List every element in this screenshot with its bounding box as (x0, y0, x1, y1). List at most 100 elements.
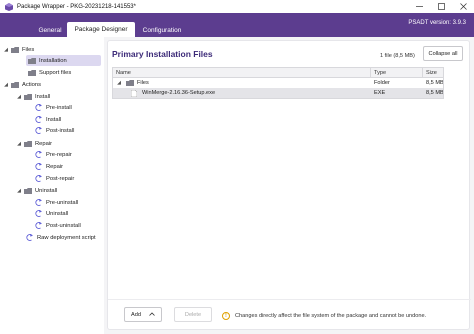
warning-icon: ! (222, 312, 230, 320)
row-size: 8,5 MB (426, 80, 443, 86)
step-arrow-icon (34, 116, 42, 123)
row-name-cell: WinMerge-2.16.36-Setup.exe (113, 88, 371, 98)
tree-item-repair-step[interactable]: Repair (34, 161, 63, 172)
psadt-version: PSADT version: 3.9.3 (408, 20, 466, 26)
step-arrow-icon (34, 210, 42, 217)
tree-item-repair[interactable]: ◢ Repair (16, 138, 52, 149)
chevron-down-icon[interactable]: ◢ (16, 94, 22, 100)
tree-item-post-uninstall[interactable]: Post-uninstall (34, 220, 81, 231)
tree-label-files: Files (22, 46, 35, 53)
tree-label-install-step: Install (46, 116, 62, 123)
row-type: EXE (374, 90, 386, 96)
step-arrow-icon (34, 199, 42, 206)
maximize-button[interactable] (430, 0, 452, 13)
tree-item-pre-repair[interactable]: Pre-repair (34, 149, 72, 160)
folder-icon (28, 57, 36, 64)
tree-label-post-uninstall: Post-uninstall (46, 222, 81, 229)
tree-label-post-install: Post-install (46, 127, 75, 134)
table-row[interactable]: WinMerge-2.16.36-Setup.exe EXE 8,5 MB (113, 88, 443, 98)
tab-configuration[interactable]: Configuration (138, 23, 186, 37)
chevron-down-icon[interactable]: ◢ (3, 47, 9, 53)
chevron-down-icon[interactable]: ◢ (116, 80, 122, 86)
folder-icon (28, 69, 36, 76)
table-row[interactable]: ◢ Files Folder 8,5 MB (113, 78, 443, 88)
chevron-down-icon[interactable]: ◢ (16, 188, 22, 194)
row-name: WinMerge-2.16.36-Setup.exe (142, 90, 216, 96)
step-arrow-icon (34, 104, 42, 111)
tree-label-support-files: Support files (39, 69, 72, 76)
maximize-icon (437, 3, 445, 10)
grid-header: Name Type Size (113, 68, 443, 78)
row-name-cell: ◢ Files (113, 78, 371, 88)
chevron-down-icon[interactable]: ◢ (3, 82, 9, 88)
delete-button[interactable]: Delete (174, 307, 212, 322)
tree-item-uninstall-step[interactable]: Uninstall (34, 208, 68, 219)
warning-message: ! Changes directly affect the file syste… (222, 312, 426, 320)
collapse-all-button[interactable]: Collapse all (423, 46, 463, 61)
folder-icon (11, 81, 19, 88)
folder-icon (24, 93, 32, 100)
page-title: Primary Installation Files (112, 49, 213, 59)
folder-icon (24, 140, 32, 147)
step-arrow-icon (34, 222, 42, 229)
step-arrow-icon (34, 163, 42, 170)
tree-item-uninstall[interactable]: ◢ Uninstall (16, 185, 57, 196)
tree-item-pre-install[interactable]: Pre-install (34, 102, 72, 113)
add-button-label: Add (131, 311, 141, 318)
tree-label-uninstall: Uninstall (35, 187, 58, 194)
files-panel: Primary Installation Files 1 file (8,5 M… (107, 40, 471, 330)
tree-label-installation: Installation (39, 57, 67, 64)
tree-label-pre-repair: Pre-repair (46, 151, 72, 158)
tree-item-post-install[interactable]: Post-install (34, 125, 74, 136)
tree-item-install-step[interactable]: Install (34, 114, 61, 125)
column-header-name[interactable]: Name (113, 68, 371, 77)
minimize-button[interactable] (408, 0, 430, 13)
column-header-type[interactable]: Type (371, 68, 423, 77)
row-size: 8,5 MB (426, 90, 443, 96)
close-icon (459, 3, 467, 10)
folder-icon (24, 187, 32, 194)
add-button[interactable]: Add (124, 307, 162, 322)
step-arrow-icon (25, 234, 33, 241)
main-content: Primary Installation Files 1 file (8,5 M… (104, 37, 474, 334)
file-icon (130, 89, 138, 97)
minimize-icon (415, 6, 423, 7)
tree-item-raw-deployment-script[interactable]: Raw deployment script (25, 232, 96, 243)
chevron-down-icon[interactable]: ◢ (16, 141, 22, 147)
tree-label-actions: Actions (22, 81, 42, 88)
folder-icon (11, 46, 19, 53)
column-header-size[interactable]: Size (423, 68, 443, 77)
tree-label-post-repair: Post-repair (46, 175, 75, 182)
window-title: Package Wrapper - PKG-20231218-141553* (17, 3, 136, 10)
warning-text: Changes directly affect the file system … (235, 313, 427, 319)
tree-label-repair-step: Repair (46, 163, 64, 170)
tree-label-pre-install: Pre-install (46, 104, 72, 111)
row-name: Files (137, 80, 149, 86)
tree-item-support-files[interactable]: Support files (26, 67, 71, 78)
tree-item-install[interactable]: ◢ Install (16, 91, 50, 102)
tree-label-install: Install (35, 93, 51, 100)
tree-label-raw-deployment-script: Raw deployment script (37, 234, 96, 241)
close-button[interactable] (452, 0, 474, 13)
panel-footer: Add Delete ! Changes directly affect the… (108, 299, 471, 330)
app-icon (5, 2, 13, 11)
header-bar: General Package Designer Configuration P… (0, 13, 474, 37)
tree-label-uninstall-step: Uninstall (46, 210, 69, 217)
step-arrow-icon (34, 175, 42, 182)
tree-label-pre-uninstall: Pre-uninstall (46, 199, 79, 206)
step-arrow-icon (34, 127, 42, 134)
sidebar-tree: ◢ Files Installation Support files ◢ Act… (0, 37, 104, 334)
tree-item-files[interactable]: ◢ Files (3, 44, 34, 55)
tree-item-installation[interactable]: Installation (26, 55, 101, 66)
step-arrow-icon (34, 151, 42, 158)
tree-item-post-repair[interactable]: Post-repair (34, 173, 74, 184)
tree-item-actions[interactable]: ◢ Actions (3, 79, 41, 90)
file-count: 1 file (8,5 MB) (380, 53, 415, 59)
tab-package-designer[interactable]: Package Designer (67, 22, 135, 37)
title-bar: Package Wrapper - PKG-20231218-141553* (0, 0, 474, 13)
tree-label-repair: Repair (35, 140, 53, 147)
tab-general[interactable]: General (30, 23, 70, 37)
chevron-up-icon (149, 311, 155, 318)
folder-icon (126, 80, 134, 86)
tree-item-pre-uninstall[interactable]: Pre-uninstall (34, 197, 78, 208)
